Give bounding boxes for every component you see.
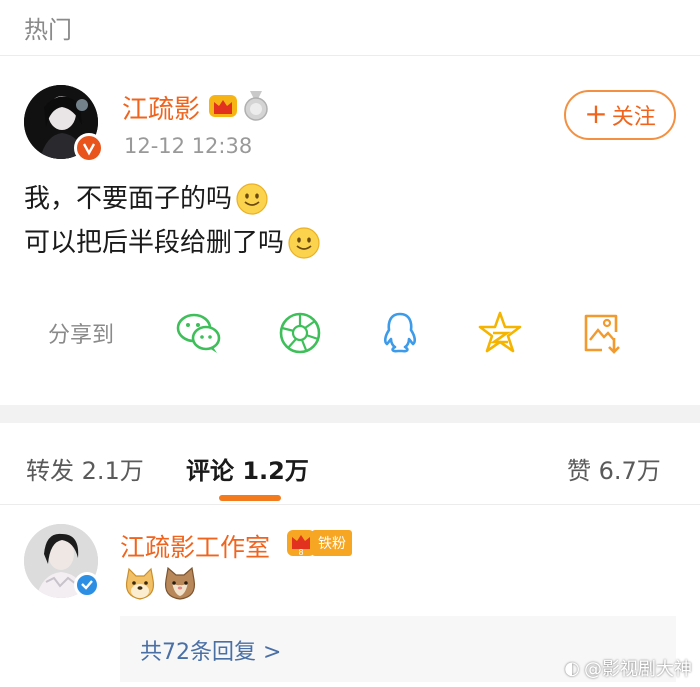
- post-line-text: 可以把后半段给删了吗: [24, 228, 285, 258]
- tab-comments-label: 评论: [186, 457, 234, 485]
- tab-likes-count: 6.7万: [598, 457, 661, 485]
- fan-badge-label: 铁粉: [312, 530, 352, 556]
- active-tab-indicator: [219, 495, 281, 501]
- weibo-post: 江疏影 12-12 12:38 + 关注 我，不要面子的吗 可以把后半段给删了吗: [0, 57, 700, 405]
- wechat-icon[interactable]: [175, 310, 223, 356]
- save-image-icon[interactable]: [578, 310, 626, 356]
- post-author-name[interactable]: 江疏影: [122, 89, 200, 126]
- verified-blue-icon: [74, 572, 100, 598]
- replies-count-label: 共72条回复 >: [140, 640, 282, 665]
- plus-icon: +: [584, 96, 608, 130]
- hot-section-header: 热门: [0, 0, 700, 56]
- follow-label: 关注: [611, 105, 656, 130]
- cat-doge-icon: [164, 566, 196, 600]
- tab-repost-label: 转发: [26, 457, 74, 485]
- tab-comments[interactable]: 评论 1.2万: [186, 451, 309, 486]
- weibo-watermark: ◐ @影视剧大神: [564, 655, 692, 681]
- section-title: 热门: [24, 16, 72, 44]
- qzone-icon[interactable]: [476, 310, 524, 356]
- tab-repost[interactable]: 转发 2.1万: [26, 451, 144, 486]
- commenter-name[interactable]: 江疏影工作室: [120, 528, 270, 564]
- post-time: 12-12 12:38: [124, 134, 253, 158]
- post-line: 我，不要面子的吗: [24, 177, 320, 221]
- post-line: 可以把后半段给删了吗: [24, 221, 320, 265]
- moments-icon[interactable]: [276, 310, 324, 356]
- smile-emoji-icon: [288, 227, 320, 259]
- medal-icon: [244, 91, 268, 121]
- watermark-text: @影视剧大神: [584, 659, 692, 680]
- post-line-text: 我，不要面子的吗: [24, 184, 233, 214]
- tab-repost-count: 2.1万: [81, 457, 144, 485]
- follow-button[interactable]: + 关注: [564, 90, 676, 140]
- tab-likes[interactable]: 赞 6.7万: [567, 451, 661, 486]
- post-content: 我，不要面子的吗 可以把后半段给删了吗: [24, 177, 320, 265]
- qq-icon[interactable]: [376, 310, 424, 356]
- interaction-tabs: 转发 2.1万 评论 1.2万 赞 6.7万: [0, 423, 700, 505]
- iron-fan-badge: 8 铁粉: [286, 528, 352, 558]
- crown-icon: [209, 95, 237, 117]
- tab-likes-label: 赞: [567, 457, 591, 485]
- share-label: 分享到: [48, 323, 115, 348]
- doge-icon: [125, 567, 155, 600]
- weibo-logo-icon: ◐: [564, 657, 580, 679]
- tab-comments-count: 1.2万: [242, 457, 309, 485]
- verified-v-icon: [74, 133, 104, 163]
- share-row: 分享到: [0, 302, 700, 362]
- smile-emoji-icon: [236, 183, 268, 215]
- fan-level: 8: [298, 548, 303, 557]
- section-divider: [0, 405, 700, 423]
